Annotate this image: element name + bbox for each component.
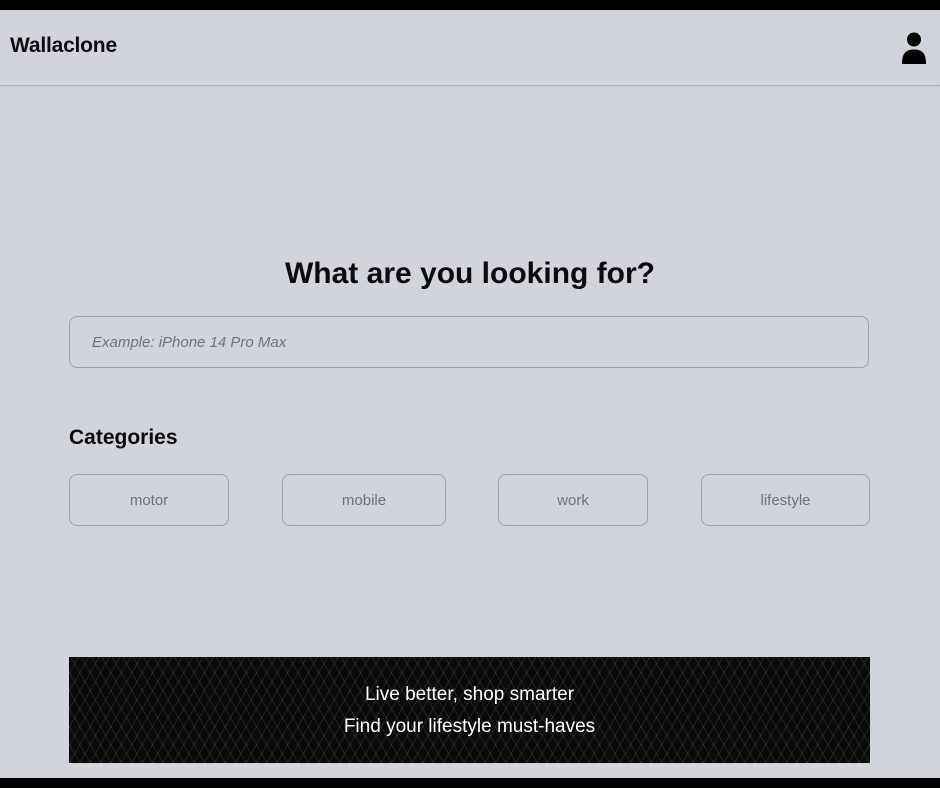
user-account-button[interactable] xyxy=(900,31,928,65)
categories-heading: Categories xyxy=(69,426,178,449)
search-input[interactable] xyxy=(70,317,868,367)
user-icon xyxy=(900,31,928,65)
banner-headline: Live better, shop smarter xyxy=(364,684,575,705)
category-button-work[interactable]: work xyxy=(498,474,648,526)
search-field[interactable] xyxy=(69,316,869,368)
brand-logo-text[interactable]: Wallaclone xyxy=(10,34,117,58)
top-navbar: Wallaclone xyxy=(0,10,940,86)
banner-subline: Find your lifestyle must-haves xyxy=(343,716,596,737)
category-button-lifestyle[interactable]: lifestyle xyxy=(701,474,870,526)
category-button-motor[interactable]: motor xyxy=(69,474,229,526)
promo-banner: Live better, shop smarter Find your life… xyxy=(69,657,870,763)
category-button-mobile[interactable]: mobile xyxy=(282,474,446,526)
page-title: What are you looking for? xyxy=(284,257,655,291)
app-frame: Wallaclone What are you looking for? Cat… xyxy=(0,10,940,778)
